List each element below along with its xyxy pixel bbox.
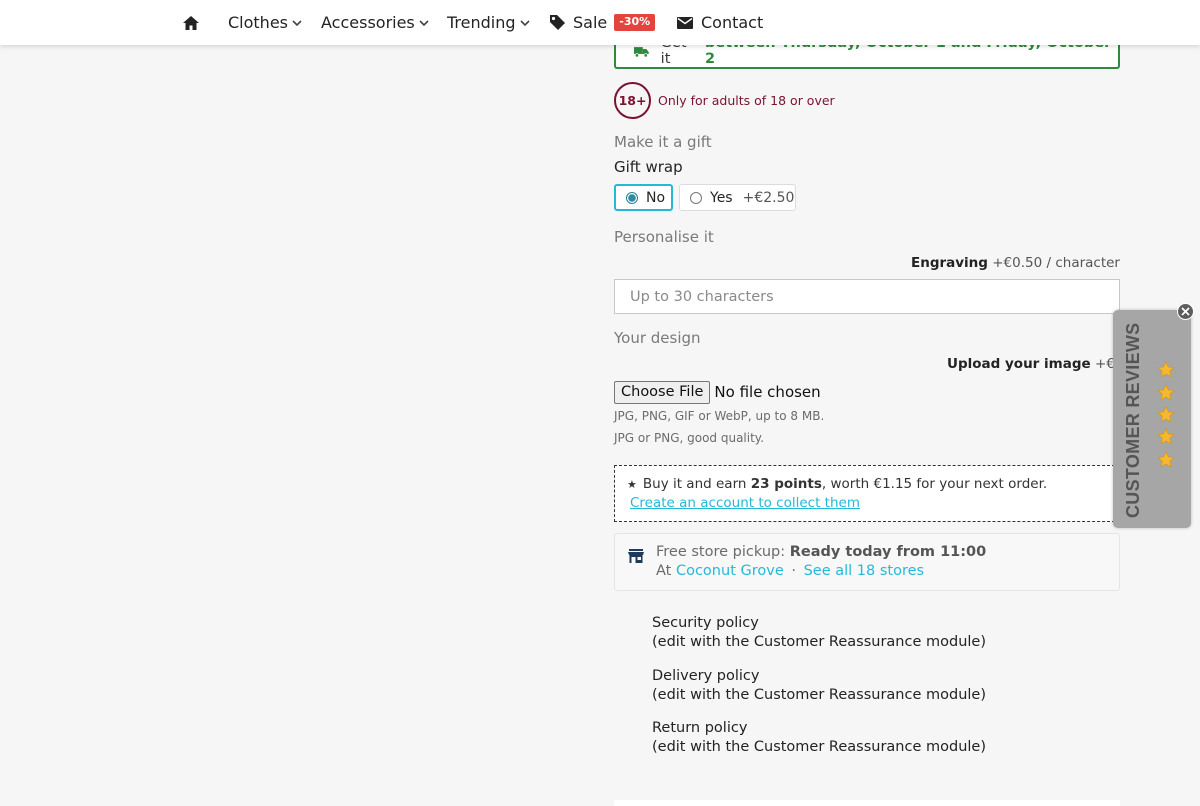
pickup-separator: ·: [791, 563, 796, 579]
nav-trending[interactable]: Trending: [447, 0, 530, 45]
star-small-icon: ★: [627, 478, 637, 491]
nav-contact[interactable]: Contact: [677, 0, 763, 45]
loyalty-points-box: ★ Buy it and earn 23 points, worth €1.15 …: [614, 465, 1120, 522]
star-icon: [1157, 384, 1175, 401]
gift-wrap-label: Gift wrap: [614, 158, 683, 176]
chevron-down-icon: [519, 20, 530, 27]
home-icon: [183, 15, 199, 30]
loyalty-points: 23 points: [750, 476, 822, 492]
nav-contact-label: Contact: [701, 13, 764, 32]
chevron-down-icon: [419, 20, 429, 27]
sale-badge: -30%: [614, 14, 656, 31]
age-badge: 18+: [614, 81, 651, 119]
upload-note-quality: JPG or PNG, good quality.: [614, 431, 765, 445]
star-icon: [1157, 428, 1175, 445]
gift-wrap-option-yes[interactable]: Yes +€2.50: [679, 184, 796, 211]
pickup-label: Free store pickup:: [656, 544, 786, 560]
reassurance-title: Security policy: [652, 615, 759, 631]
nav-clothes-label: Clothes: [228, 13, 288, 32]
upload-price-line: Upload your image +€5.0: [947, 356, 1136, 372]
age-text: Only for adults of 18 or over: [658, 92, 835, 108]
age-restriction: 18+ Only for adults of 18 or over: [614, 81, 835, 119]
reassurance-return: Return policy (edit with the Customer Re…: [652, 719, 986, 757]
engraving-label: Engraving: [910, 255, 988, 271]
nav-sale-label: Sale: [573, 13, 608, 32]
reassurance-delivery: Delivery policy (edit with the Customer …: [652, 667, 986, 705]
close-reviews-button[interactable]: [1177, 303, 1194, 320]
file-upload: Choose File No file chosen: [614, 380, 821, 404]
design-heading: Your design: [614, 329, 701, 347]
star-icon: [1157, 406, 1175, 423]
gift-option-yes-label: Yes: [710, 189, 733, 206]
nav-trending-label: Trending: [447, 13, 516, 32]
loyalty-pre: Buy it and earn: [642, 476, 747, 492]
close-icon: [1181, 307, 1190, 316]
tag-icon: [550, 15, 565, 30]
customer-reviews-label: CUSTOMER REVIEWS: [1123, 322, 1143, 519]
pickup-status: Ready today from 11:00: [789, 544, 987, 560]
reassurance-title: Return policy: [652, 720, 748, 736]
star-icon: [1157, 451, 1175, 468]
reassurance-note: (edit with the Customer Reassurance modu…: [652, 739, 986, 755]
personalise-heading: Personalise it: [614, 228, 714, 246]
engraving-price-line: Engraving +€0.50 / character: [911, 255, 1120, 271]
choose-file-button[interactable]: Choose File: [614, 380, 711, 404]
see-all-stores-link[interactable]: See all 18 stores: [804, 563, 925, 579]
truck-icon: [634, 47, 649, 58]
main-navigation: Clothes Accessories Trending Sale -30% C…: [0, 0, 1200, 45]
reassurance-note: (edit with the Customer Reassurance modu…: [652, 687, 986, 703]
gift-option-no-label: No: [646, 189, 666, 206]
chevron-down-icon: [292, 20, 302, 27]
envelope-icon: [677, 16, 693, 29]
nav-accessories-label: Accessories: [321, 13, 415, 32]
next-section-edge: [614, 800, 1120, 806]
store-icon: [628, 549, 644, 563]
create-account-link[interactable]: Create an account to collect them: [630, 495, 860, 511]
reassurance-security: Security policy (edit with the Customer …: [652, 614, 986, 652]
engraving-input[interactable]: [614, 279, 1120, 314]
nav-home[interactable]: [182, 0, 200, 45]
gift-heading: Make it a gift: [614, 133, 712, 151]
engraving-price: +€0.50 / character: [992, 255, 1120, 271]
pickup-store-link[interactable]: Coconut Grove: [676, 563, 784, 579]
file-status: No file chosen: [714, 383, 821, 401]
reassurance-note: (edit with the Customer Reassurance modu…: [652, 634, 986, 650]
upload-note-formats: JPG, PNG, GIF or WebP, up to 8 MB.: [614, 409, 825, 423]
upload-label: Upload your image: [947, 356, 1091, 372]
star-icon: [1157, 361, 1175, 378]
reassurance-title: Delivery policy: [652, 668, 760, 684]
radio-unselected-icon: [690, 191, 702, 204]
store-pickup-box: Free store pickup: Ready today from 11:0…: [614, 533, 1120, 591]
radio-selected-icon: [626, 191, 638, 204]
nav-accessories[interactable]: Accessories: [321, 0, 429, 45]
loyalty-line: ★ Buy it and earn 23 points, worth €1.15 …: [627, 476, 1047, 492]
pickup-status-line: Free store pickup: Ready today from 11:0…: [656, 544, 986, 560]
pickup-store-line: At Coconut Grove · See all 18 stores: [656, 563, 924, 579]
nav-sale[interactable]: Sale -30%: [549, 0, 656, 45]
nav-clothes[interactable]: Clothes: [228, 0, 302, 45]
gift-option-yes-price: +€2.50: [742, 189, 795, 206]
gift-wrap-option-no[interactable]: No: [614, 184, 673, 211]
pickup-at: At: [656, 563, 672, 579]
customer-reviews-widget[interactable]: CUSTOMER REVIEWS: [1113, 310, 1191, 528]
loyalty-post: , worth €1.15 for your next order.: [821, 476, 1048, 492]
